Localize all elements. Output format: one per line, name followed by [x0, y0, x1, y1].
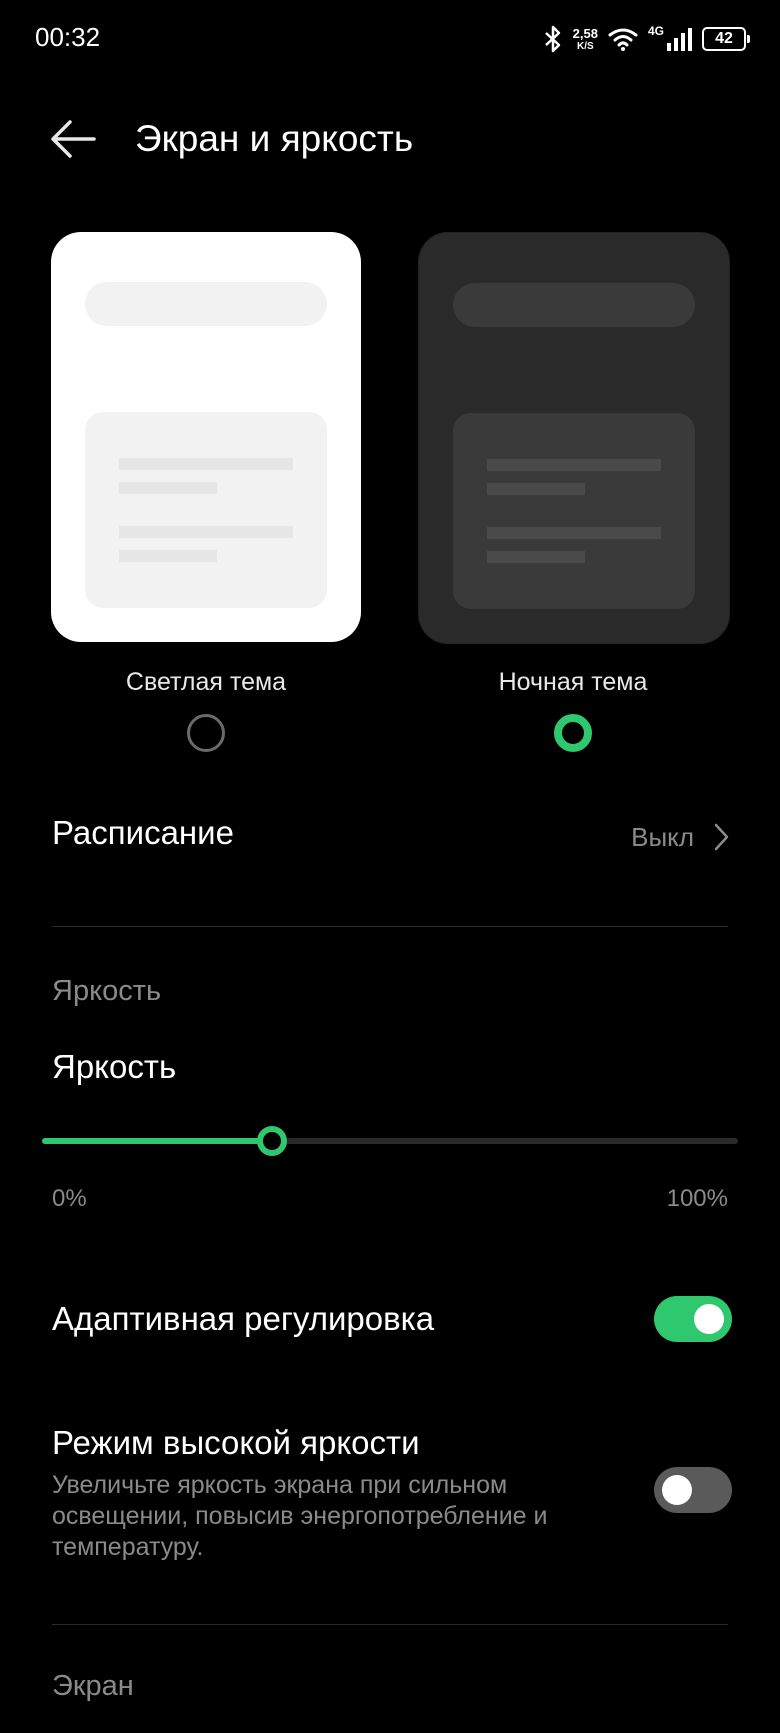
wifi-icon	[608, 28, 638, 51]
speed-unit: K/S	[576, 40, 594, 52]
signal-icon	[667, 28, 692, 51]
light-theme-preview[interactable]	[51, 232, 361, 642]
network-type: 4G	[647, 24, 664, 38]
battery-level: 42	[715, 30, 733, 47]
divider	[52, 1624, 728, 1625]
chevron-right-icon	[714, 823, 729, 851]
schedule-label: Расписание	[52, 814, 234, 851]
light-theme-radio[interactable]	[187, 714, 225, 752]
speed-value: 2,58	[572, 25, 598, 41]
bluetooth-icon	[544, 25, 560, 53]
high-brightness-description: Увеличьте яркость экрана при сильном осв…	[52, 1471, 548, 1561]
brightness-section-header: Яркость	[52, 975, 162, 1007]
toggle-knob	[694, 1304, 724, 1334]
brightness-min-label: 0%	[52, 1185, 87, 1212]
dark-theme-preview[interactable]	[418, 232, 730, 644]
network-speed: 2,58 K/S	[573, 27, 598, 52]
battery-icon: 42	[702, 27, 750, 51]
high-brightness-label: Режим высокой яркости	[52, 1424, 420, 1461]
toggle-knob	[662, 1475, 692, 1505]
brightness-slider-fill	[42, 1138, 272, 1144]
screen-section-header: Экран	[52, 1670, 134, 1702]
brightness-label: Яркость	[52, 1048, 177, 1085]
dark-theme-radio[interactable]	[554, 714, 592, 752]
arrow-left-icon[interactable]	[48, 118, 98, 160]
high-brightness-toggle[interactable]	[654, 1467, 732, 1513]
schedule-row[interactable]: Расписание Выкл	[0, 800, 780, 872]
page-title: Экран и яркость	[135, 118, 414, 159]
schedule-value: Выкл	[631, 822, 694, 852]
brightness-slider[interactable]	[42, 1138, 738, 1144]
adaptive-brightness-label: Адаптивная регулировка	[52, 1300, 435, 1337]
adaptive-brightness-toggle[interactable]	[654, 1296, 732, 1342]
brightness-max-label: 100%	[666, 1185, 728, 1212]
brightness-slider-thumb[interactable]	[256, 1126, 287, 1156]
dark-theme-label: Ночная тема	[498, 668, 648, 696]
light-theme-label: Светлая тема	[125, 668, 287, 696]
divider	[52, 926, 728, 927]
status-icons: 2,58 K/S 4G 42	[543, 22, 750, 56]
status-time: 00:32	[35, 22, 101, 52]
